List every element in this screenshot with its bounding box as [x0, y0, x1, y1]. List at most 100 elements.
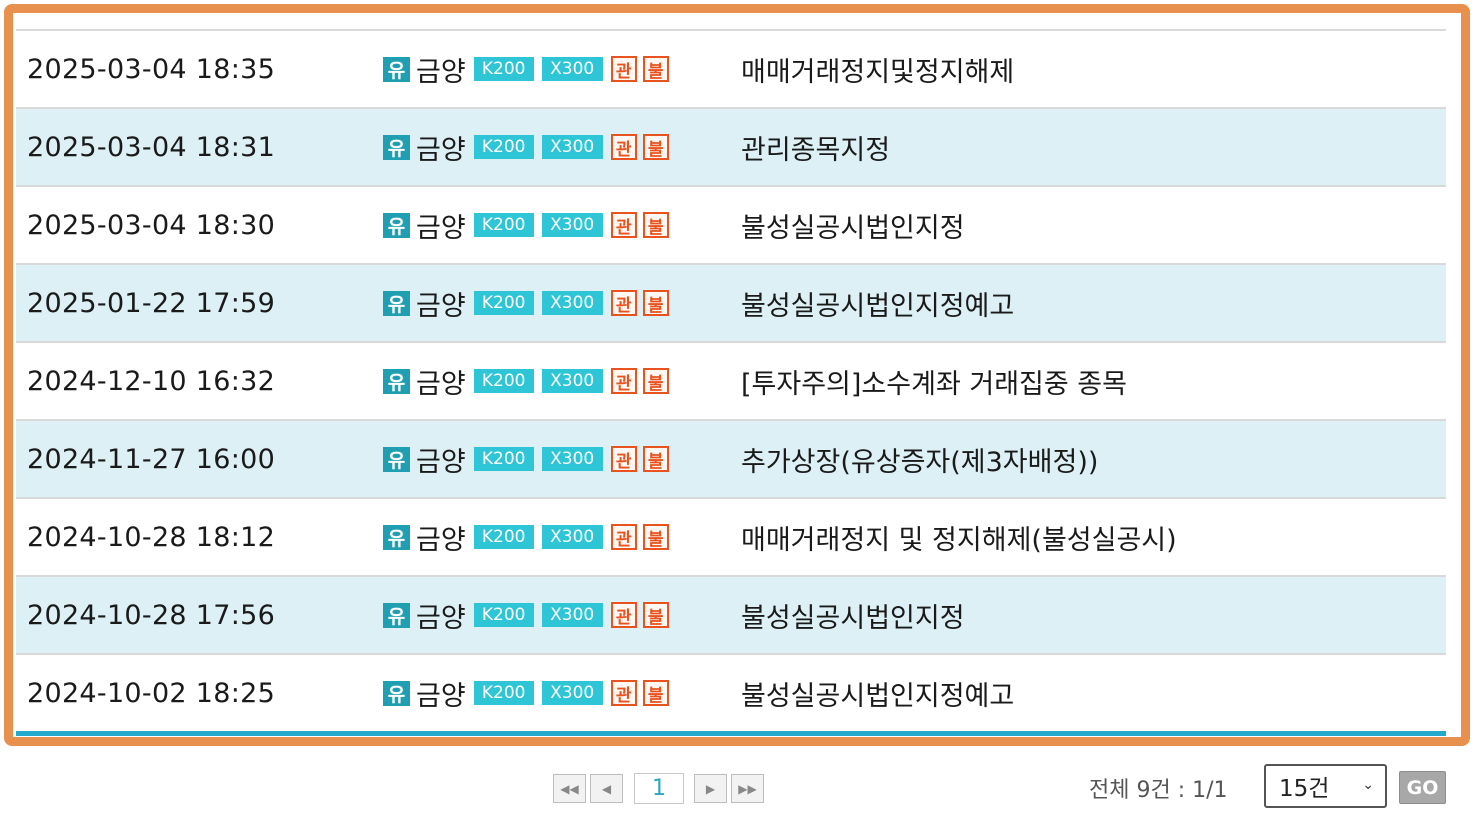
table-row[interactable]: 2025-03-04 18:30 유 금양 K200 X300 관 불 불성실공… [16, 187, 1446, 265]
k200-tag: K200 [473, 525, 534, 549]
unfaithful-tag: 불 [642, 602, 669, 628]
row-date: 2025-03-04 18:31 [27, 131, 276, 163]
next-page-button[interactable]: ▶ [694, 774, 727, 803]
stock-name-link[interactable]: 금양 [416, 206, 466, 245]
row-date: 2024-12-10 16:32 [27, 365, 276, 397]
pagination: ◀◀ ◀ 1 ▶ ▶▶ [553, 773, 768, 804]
managed-tag: 관 [610, 524, 637, 550]
k200-tag: K200 [473, 213, 534, 237]
x300-tag: X300 [541, 57, 603, 81]
unfaithful-tag: 불 [642, 368, 669, 394]
row-stock: 유 금양 K200 X300 관 불 [383, 50, 741, 89]
managed-tag: 관 [610, 368, 637, 394]
row-date: 2024-10-28 17:56 [27, 599, 276, 631]
table-row[interactable]: 2025-03-04 18:31 유 금양 K200 X300 관 불 관리종목… [16, 109, 1446, 187]
stock-name-link[interactable]: 금양 [416, 362, 466, 401]
row-date: 2024-11-27 16:00 [27, 443, 276, 475]
x300-tag: X300 [541, 213, 603, 237]
k200-tag: K200 [473, 681, 534, 705]
stock-name-link[interactable]: 금양 [416, 596, 466, 635]
row-title-link[interactable]: 불성실공시법인지정 [741, 206, 965, 245]
k200-tag: K200 [473, 447, 534, 471]
market-tag: 유 [383, 290, 410, 316]
managed-tag: 관 [610, 680, 637, 706]
market-tag: 유 [383, 680, 410, 706]
k200-tag: K200 [473, 369, 534, 393]
managed-tag: 관 [610, 602, 637, 628]
unfaithful-tag: 불 [642, 446, 669, 472]
x300-tag: X300 [541, 525, 603, 549]
managed-tag: 관 [610, 134, 637, 160]
page-size-value: 15건 [1279, 776, 1330, 802]
managed-tag: 관 [610, 212, 637, 238]
stock-name-link[interactable]: 금양 [416, 128, 466, 167]
row-stock: 유 금양 K200 X300 관 불 [383, 596, 741, 635]
managed-tag: 관 [610, 446, 637, 472]
market-tag: 유 [383, 134, 410, 160]
market-tag: 유 [383, 56, 410, 82]
x300-tag: X300 [541, 681, 603, 705]
row-stock: 유 금양 K200 X300 관 불 [383, 284, 741, 323]
go-button[interactable]: GO [1399, 771, 1446, 804]
chevron-down-icon: ⌄ [1362, 777, 1374, 793]
k200-tag: K200 [473, 291, 534, 315]
unfaithful-tag: 불 [642, 290, 669, 316]
table-row[interactable]: 2025-03-04 18:35 유 금양 K200 X300 관 불 매매거래… [16, 31, 1446, 109]
stock-name-link[interactable]: 금양 [416, 50, 466, 89]
unfaithful-tag: 불 [642, 134, 669, 160]
row-title-link[interactable]: 추가상장(유상증자(제3자배정)) [741, 440, 1098, 479]
disclosure-list-frame: 2025-03-04 18:35 유 금양 K200 X300 관 불 매매거래… [4, 4, 1470, 746]
unfaithful-tag: 불 [642, 680, 669, 706]
row-stock: 유 금양 K200 X300 관 불 [383, 440, 741, 479]
row-stock: 유 금양 K200 X300 관 불 [383, 206, 741, 245]
table-row[interactable]: 2024-12-10 16:32 유 금양 K200 X300 관 불 [투자주… [16, 343, 1446, 421]
row-date: 2024-10-28 18:12 [27, 521, 276, 553]
market-tag: 유 [383, 524, 410, 550]
table-row[interactable]: 2024-10-28 18:12 유 금양 K200 X300 관 불 매매거래… [16, 499, 1446, 577]
managed-tag: 관 [610, 290, 637, 316]
first-page-button[interactable]: ◀◀ [553, 774, 586, 803]
market-tag: 유 [383, 446, 410, 472]
row-title-link[interactable]: 불성실공시법인지정 [741, 596, 965, 635]
x300-tag: X300 [541, 135, 603, 159]
row-title-link[interactable]: 불성실공시법인지정예고 [741, 284, 1014, 323]
k200-tag: K200 [473, 57, 534, 81]
unfaithful-tag: 불 [642, 524, 669, 550]
k200-tag: K200 [473, 603, 534, 627]
stock-name-link[interactable]: 금양 [416, 284, 466, 323]
stock-name-link[interactable]: 금양 [416, 518, 466, 557]
row-title-link[interactable]: 불성실공시법인지정예고 [741, 674, 1014, 713]
row-title-link[interactable]: 매매거래정지및정지해제 [741, 50, 1014, 89]
row-title-link[interactable]: [투자주의]소수계좌 거래집중 종목 [741, 362, 1127, 401]
stock-name-link[interactable]: 금양 [416, 674, 466, 713]
table-row[interactable]: 2024-10-28 17:56 유 금양 K200 X300 관 불 불성실공… [16, 577, 1446, 655]
market-tag: 유 [383, 212, 410, 238]
row-title-link[interactable]: 관리종목지정 [741, 128, 890, 167]
stock-name-link[interactable]: 금양 [416, 440, 466, 479]
x300-tag: X300 [541, 603, 603, 627]
unfaithful-tag: 불 [642, 212, 669, 238]
x300-tag: X300 [541, 291, 603, 315]
x300-tag: X300 [541, 447, 603, 471]
table-row[interactable]: 2024-10-02 18:25 유 금양 K200 X300 관 불 불성실공… [16, 655, 1446, 736]
unfaithful-tag: 불 [642, 56, 669, 82]
disclosure-table: 2025-03-04 18:35 유 금양 K200 X300 관 불 매매거래… [16, 29, 1446, 736]
row-stock: 유 금양 K200 X300 관 불 [383, 128, 741, 167]
row-stock: 유 금양 K200 X300 관 불 [383, 362, 741, 401]
prev-page-button[interactable]: ◀ [590, 774, 623, 803]
managed-tag: 관 [610, 56, 637, 82]
table-row[interactable]: 2025-01-22 17:59 유 금양 K200 X300 관 불 불성실공… [16, 265, 1446, 343]
market-tag: 유 [383, 368, 410, 394]
row-date: 2025-01-22 17:59 [27, 287, 276, 319]
current-page-number[interactable]: 1 [634, 773, 684, 804]
row-title-link[interactable]: 매매거래정지 및 정지해제(불성실공시) [741, 518, 1177, 557]
table-row[interactable]: 2024-11-27 16:00 유 금양 K200 X300 관 불 추가상장… [16, 421, 1446, 499]
row-date: 2025-03-04 18:35 [27, 53, 276, 85]
x300-tag: X300 [541, 369, 603, 393]
page-size-select[interactable]: 15건 ⌄ [1264, 764, 1387, 808]
last-page-button[interactable]: ▶▶ [731, 774, 764, 803]
row-stock: 유 금양 K200 X300 관 불 [383, 674, 741, 713]
row-date: 2025-03-04 18:30 [27, 209, 276, 241]
row-date: 2024-10-02 18:25 [27, 677, 276, 709]
k200-tag: K200 [473, 135, 534, 159]
